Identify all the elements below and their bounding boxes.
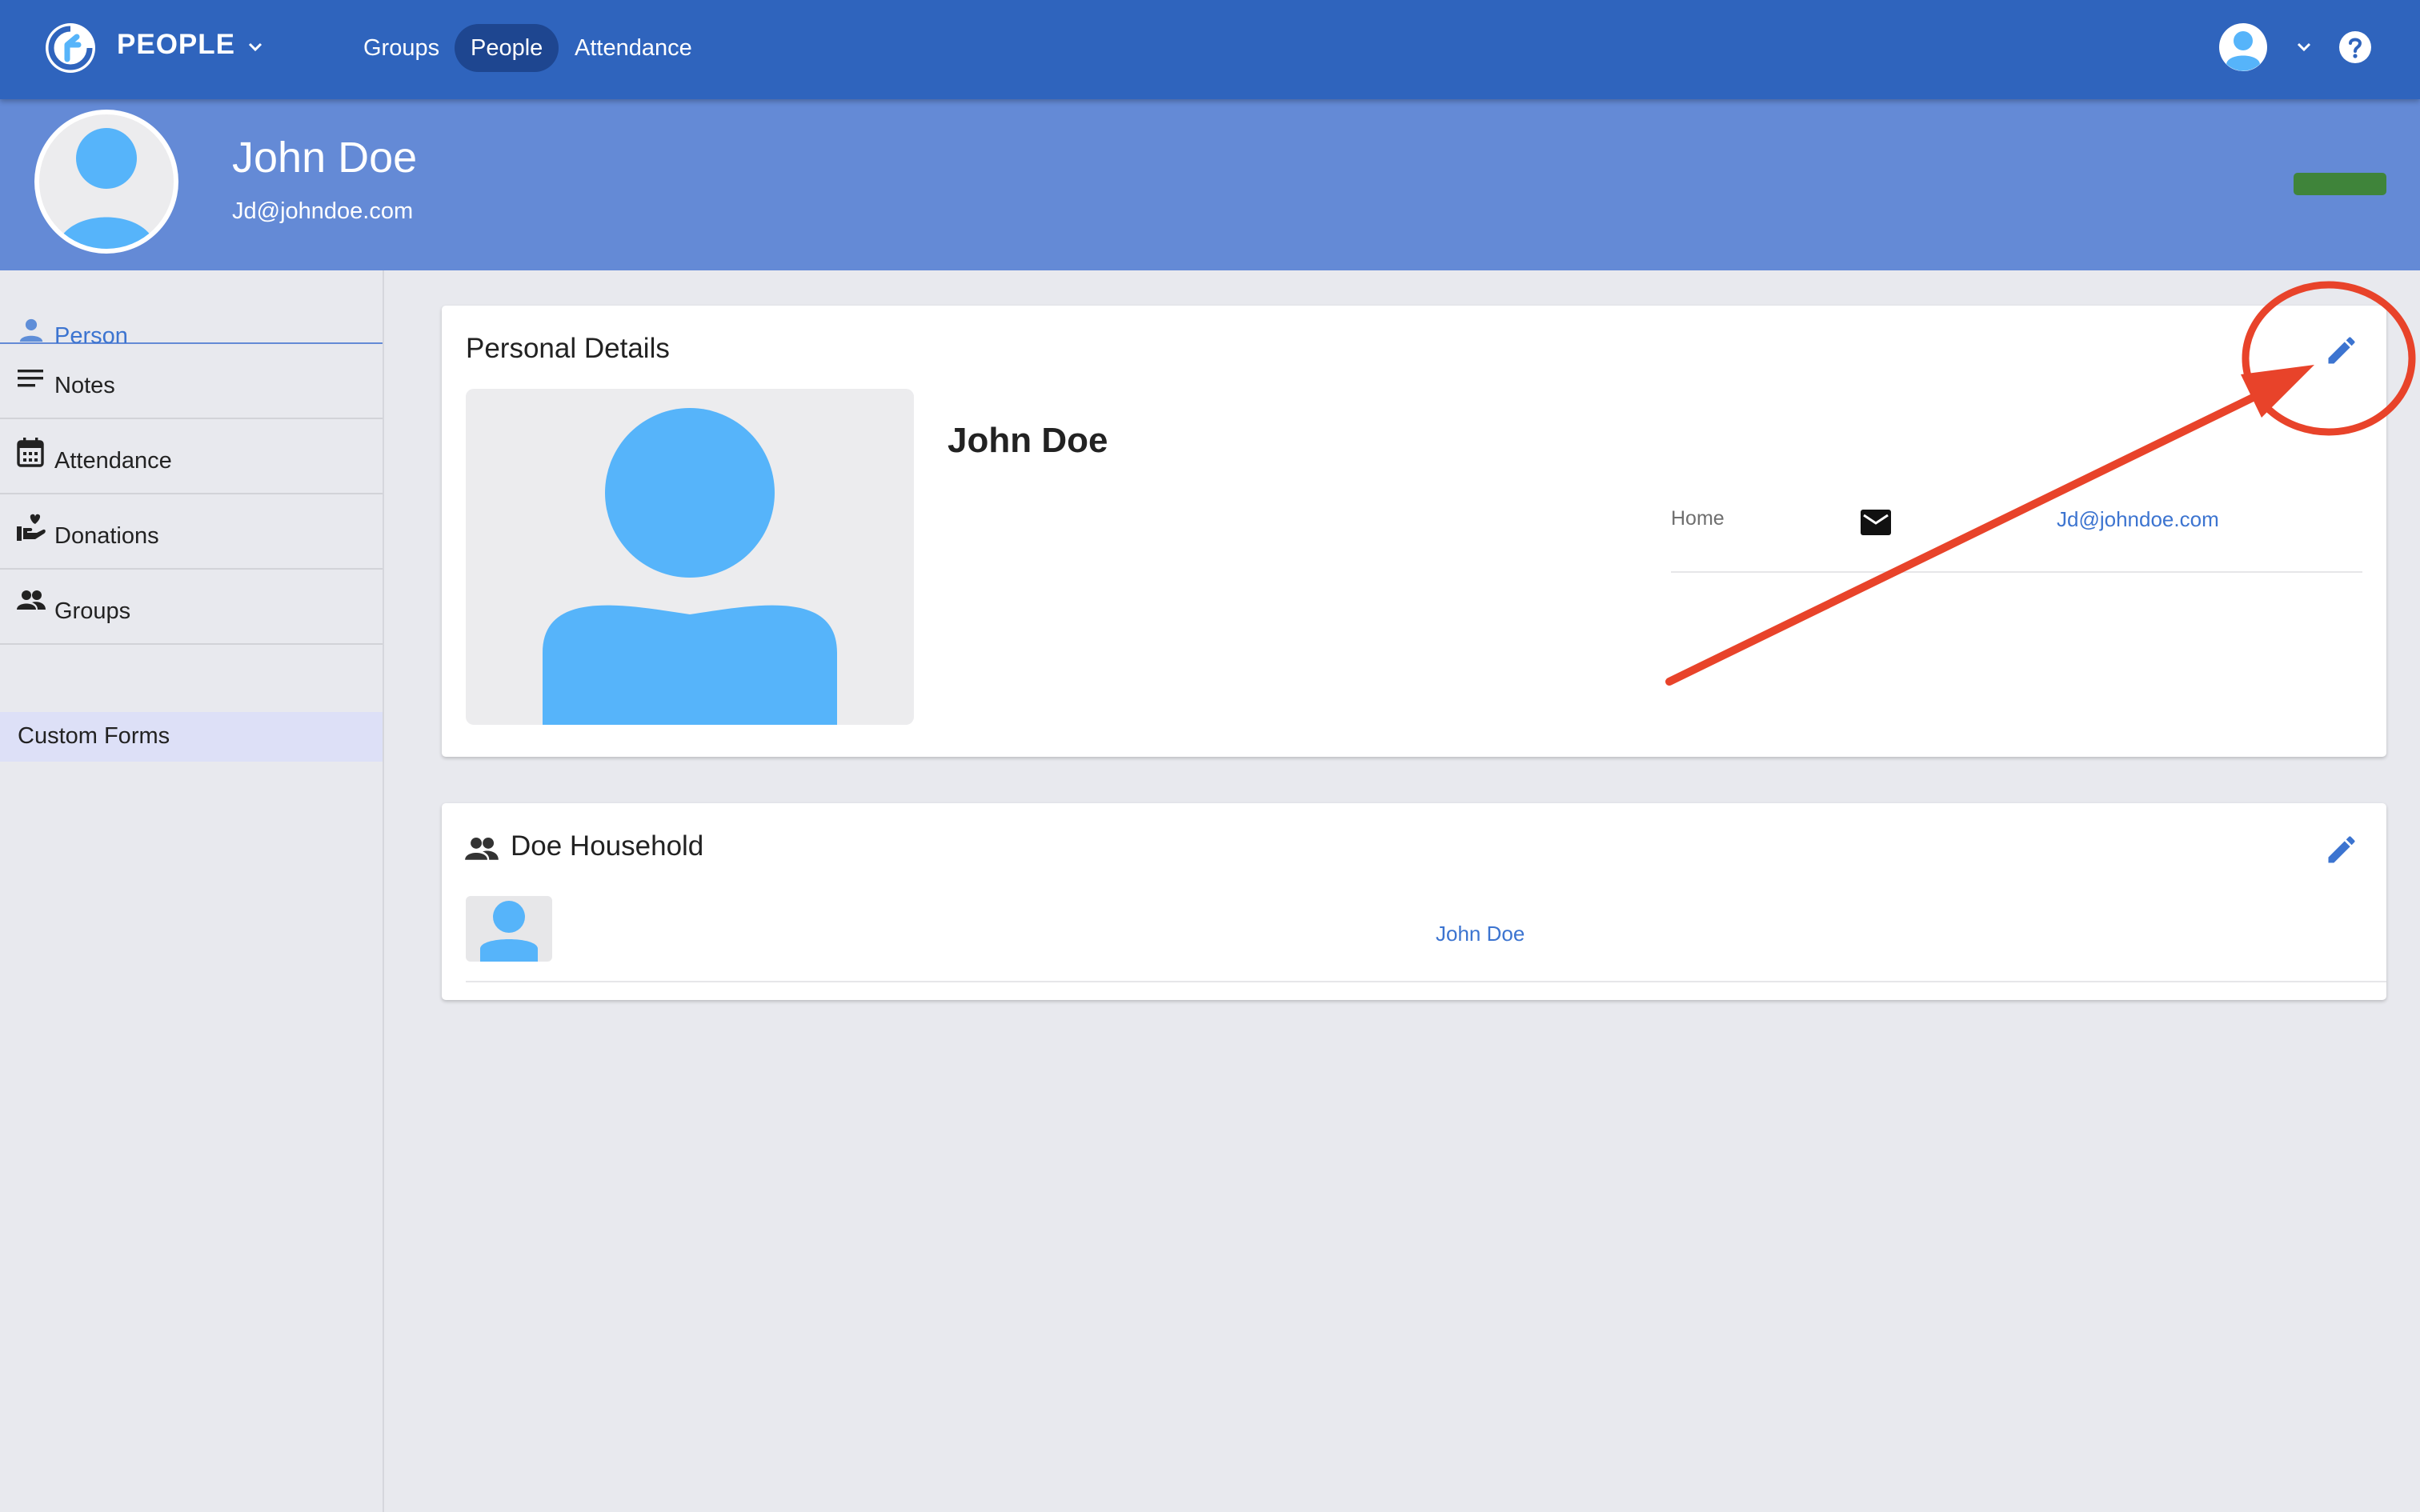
contact-row: Home Jd@johndoe.com	[1671, 478, 2362, 573]
person-photo-avatar	[34, 110, 178, 254]
sidebar-item-notes[interactable]: Notes	[0, 346, 383, 419]
donation-hand-icon	[17, 514, 46, 541]
top-nav-bar: PEOPLE Groups People Attendance	[0, 0, 2420, 99]
household-card: Doe Household John Doe	[442, 803, 2386, 1000]
sidebar-custom-forms[interactable]: Custom Forms	[0, 712, 383, 762]
member-name-link[interactable]: John Doe	[1436, 922, 1525, 946]
household-groups-icon	[465, 837, 499, 860]
nav-groups[interactable]: Groups	[347, 24, 455, 72]
sidebar-item-donations[interactable]: Donations	[0, 496, 383, 570]
custom-forms-label: Custom Forms	[18, 723, 170, 749]
edit-household-pencil-icon[interactable]	[2324, 832, 2359, 867]
app-switcher-chevron-icon[interactable]	[243, 35, 267, 59]
edit-personal-details-pencil-icon[interactable]	[2324, 333, 2359, 368]
contact-type-label: Home	[1671, 507, 1725, 530]
app-title[interactable]: PEOPLE	[117, 29, 235, 61]
person-banner: John Doe Jd@johndoe.com	[0, 99, 2420, 270]
sidebar-item-label: Notes	[54, 373, 115, 398]
app-logo-icon[interactable]	[43, 21, 98, 75]
sidebar-item-label: Attendance	[54, 448, 172, 474]
contact-email-link[interactable]: Jd@johndoe.com	[2057, 507, 2219, 532]
calendar-icon	[17, 438, 44, 467]
sidebar-item-label: Groups	[54, 598, 131, 624]
personal-details-title: Personal Details	[466, 333, 670, 364]
person-full-name: John Doe	[948, 421, 1108, 460]
person-photo	[466, 389, 914, 725]
sidebar-item-label: Donations	[54, 523, 159, 549]
sidebar-item-person[interactable]: Person	[0, 270, 383, 349]
member-placeholder-icon	[480, 901, 538, 962]
banner-action-button[interactable]	[2294, 173, 2386, 195]
user-avatar-icon[interactable]	[2218, 22, 2268, 72]
notes-icon	[18, 370, 43, 387]
person-placeholder-icon	[543, 408, 837, 725]
nav-attendance[interactable]: Attendance	[559, 24, 708, 72]
household-title: Doe Household	[511, 830, 704, 862]
household-member-row[interactable]: John Doe	[466, 896, 2386, 982]
nav-people[interactable]: People	[455, 24, 559, 72]
person-name: John Doe	[232, 134, 418, 182]
personal-details-card: Personal Details John Doe Home Jd@johndo…	[442, 306, 2386, 757]
user-menu-chevron-icon[interactable]	[2292, 35, 2316, 59]
sidebar-item-groups[interactable]: Groups	[0, 571, 383, 645]
groups-icon	[17, 590, 46, 610]
mail-icon	[1861, 510, 1891, 535]
person-icon	[19, 318, 43, 342]
member-avatar	[466, 896, 552, 962]
sidebar-item-attendance[interactable]: Attendance	[0, 421, 383, 494]
person-email: Jd@johndoe.com	[232, 198, 414, 224]
sidebar: Person Notes Attendance Donations Groups	[0, 270, 384, 1512]
help-icon[interactable]	[2338, 30, 2372, 64]
